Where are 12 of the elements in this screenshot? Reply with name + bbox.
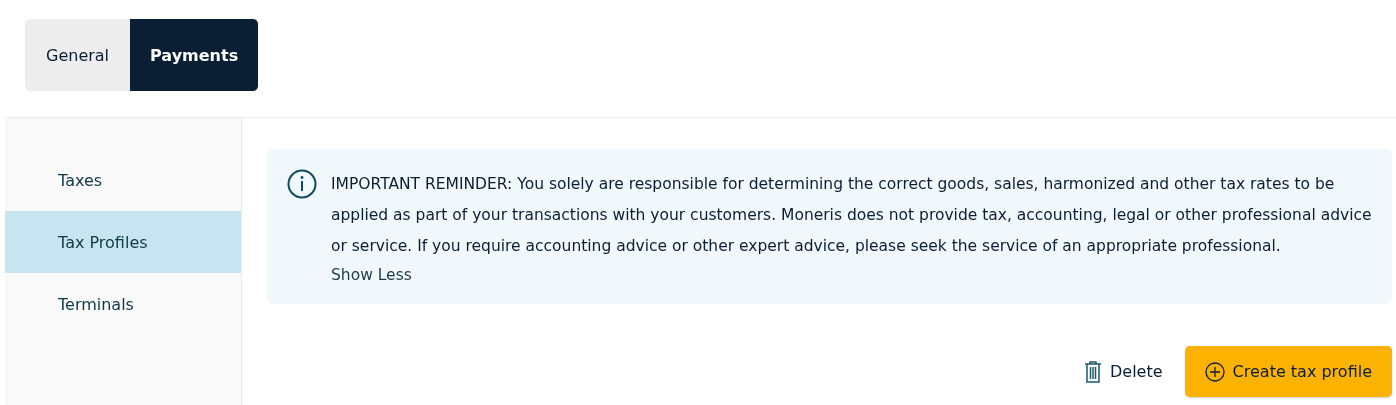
plus-circle-icon — [1204, 361, 1225, 382]
sidebar-item[interactable]: Tax Profiles — [5, 211, 241, 273]
reminder-text: IMPORTANT REMINDER: You solely are responsible for determining the correct goods, sales, harmonized and other tax rates to be applied as part of your transactions with your customers. Moneris does not provide tax, accounting, legal or other professional advice or service. If you require accounting advice or other expert advice, please seek the service of an appropriate professional. — [331, 174, 1372, 257]
info-icon — [287, 169, 317, 199]
trash-icon — [1084, 360, 1102, 383]
show-less-link[interactable]: Show Less — [331, 266, 412, 284]
sidebar-item[interactable]: Taxes — [5, 149, 241, 211]
tab[interactable]: General — [25, 19, 131, 91]
delete-button[interactable]: Delete — [1084, 360, 1163, 383]
sidebar-item[interactable]: Terminals — [5, 273, 241, 335]
create-tax-profile-button[interactable]: Create tax profile — [1184, 346, 1392, 397]
tab[interactable]: Payments — [130, 19, 259, 91]
